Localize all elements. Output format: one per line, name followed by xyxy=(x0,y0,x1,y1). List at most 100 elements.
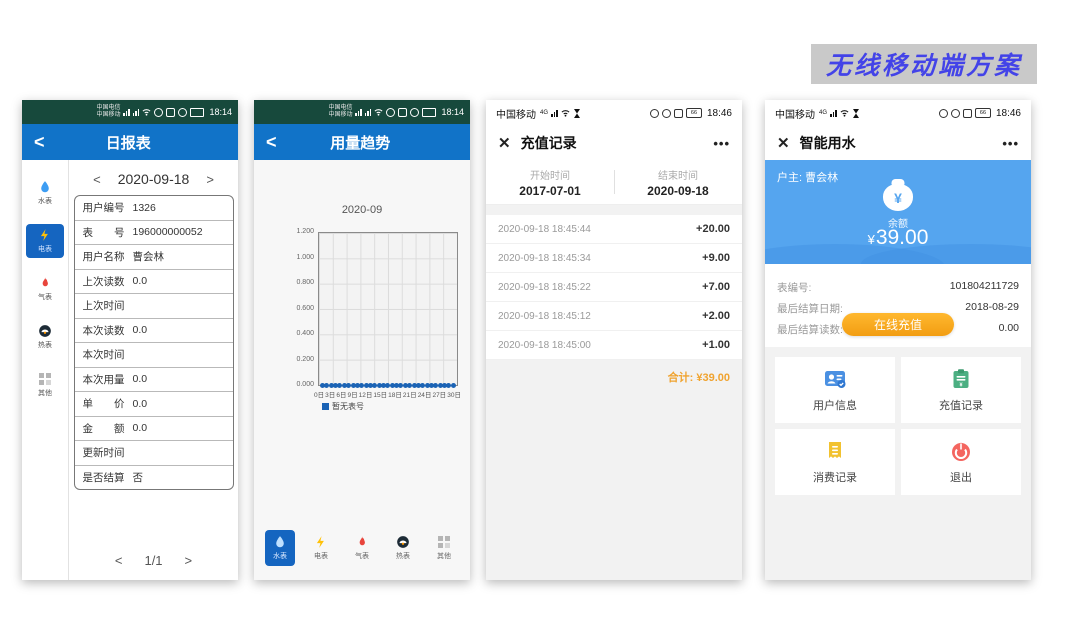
tab-label: 热表 xyxy=(396,551,410,561)
page-header-title: 智能用水 xyxy=(800,133,993,153)
eye-icon xyxy=(386,108,395,117)
carrier-labels: 中国电信 中国移动 xyxy=(96,105,120,119)
table-row: 表 号196000000052 xyxy=(75,221,233,246)
legend-swatch xyxy=(322,403,329,410)
divider xyxy=(614,170,615,194)
date-range-filter: 开始时间 2017-07-01 结束时间 2020-09-18 xyxy=(486,160,742,205)
online-recharge-button[interactable]: 在线充值 xyxy=(842,313,954,336)
table-row: 用户编号1326 xyxy=(75,196,233,221)
sidebar-item-other[interactable]: 其他 xyxy=(26,368,64,402)
y-tick: 0.800 xyxy=(296,279,314,286)
signal-icon xyxy=(551,109,558,117)
record-amount: +1.00 xyxy=(702,339,730,351)
tab-gas[interactable]: 气表 xyxy=(347,530,377,566)
table-row: 单 价0.0 xyxy=(75,392,233,417)
table-row: 金 额0.0 xyxy=(75,417,233,442)
x-tick: 24日 xyxy=(418,389,432,399)
other-meter-icon xyxy=(39,373,51,385)
x-tick: 0日 xyxy=(314,389,324,399)
tab-label: 其他 xyxy=(437,551,451,561)
end-date-value: 2020-09-18 xyxy=(647,184,708,198)
tab-label: 水表 xyxy=(273,551,287,561)
more-menu-icon[interactable]: ••• xyxy=(1002,136,1019,151)
sidebar-item-gas[interactable]: 气表 xyxy=(26,272,64,306)
x-tick: 12日 xyxy=(359,389,373,399)
prev-page-button[interactable]: < xyxy=(115,553,123,568)
info-value: 2018-08-29 xyxy=(965,301,1019,316)
battery-icon xyxy=(422,108,436,117)
user-info-icon xyxy=(823,367,847,391)
x-tick: 15日 xyxy=(373,389,387,399)
current-date[interactable]: 2020-09-18 xyxy=(118,171,190,187)
yuan-symbol: ¥ xyxy=(894,190,902,206)
menu-exit[interactable]: 退出 xyxy=(901,429,1021,495)
owner-row: 户主: 曹会林 xyxy=(777,169,838,185)
back-button[interactable]: < xyxy=(34,133,45,151)
sidebar-item-heat[interactable]: 热表 xyxy=(26,320,64,354)
bluetooth-icon xyxy=(674,109,683,118)
carrier-2: 中国移动 xyxy=(328,112,352,119)
carrier-labels: 中国电信 中国移动 xyxy=(328,105,352,119)
more-menu-icon[interactable]: ••• xyxy=(713,136,730,151)
tab-label: 气表 xyxy=(355,551,369,561)
sidebar-item-label: 气表 xyxy=(38,292,52,302)
table-row: 更新时间 xyxy=(75,441,233,466)
table-row: 用户名称曹会林 xyxy=(75,245,233,270)
tab-label: 电表 xyxy=(314,551,328,561)
consume-record-icon xyxy=(823,439,847,463)
next-date-button[interactable]: > xyxy=(206,172,214,187)
battery-icon: 66 xyxy=(975,108,991,118)
page-indicator: 1/1 xyxy=(144,553,162,568)
balance-value: ¥39.00 xyxy=(765,226,1031,250)
status-bar: 中国电信 中国移动 18:14 xyxy=(254,100,470,124)
menu-consume-records[interactable]: 消费记录 xyxy=(775,429,895,495)
record-amount: +2.00 xyxy=(702,310,730,322)
app-bar: < 日报表 xyxy=(22,124,238,160)
bluetooth-icon xyxy=(963,109,972,118)
record-time: 2020-09-18 18:45:44 xyxy=(498,224,591,235)
close-icon[interactable]: ✕ xyxy=(498,134,511,152)
menu-card-label: 消费记录 xyxy=(813,469,857,485)
wifi-icon xyxy=(374,108,383,116)
record-row: 2020-09-18 18:45:12 +2.00 xyxy=(486,302,742,331)
start-date-picker[interactable]: 开始时间 2017-07-01 xyxy=(486,160,614,204)
owner-label: 户主: xyxy=(777,172,802,184)
x-tick: 18日 xyxy=(388,389,402,399)
menu-card-label: 退出 xyxy=(950,469,972,485)
wifi-icon xyxy=(561,109,570,117)
sidebar-item-electric[interactable]: 电表 xyxy=(26,224,64,258)
menu-recharge-records[interactable]: ¥ 充值记录 xyxy=(901,357,1021,423)
info-row: 表编号: 101804211729 xyxy=(777,280,1019,295)
pagination: < 1/1 > xyxy=(115,553,192,568)
tab-heat[interactable]: 热表 xyxy=(388,530,418,566)
alarm-icon xyxy=(410,108,419,117)
close-icon[interactable]: ✕ xyxy=(777,134,790,152)
back-button[interactable]: < xyxy=(266,133,277,151)
menu-grid: 用户信息 ¥ 充值记录 消费记录 xyxy=(765,347,1031,580)
menu-user-info[interactable]: 用户信息 xyxy=(775,357,895,423)
eye-icon xyxy=(154,108,163,117)
next-page-button[interactable]: > xyxy=(185,553,193,568)
sidebar-item-water[interactable]: 水表 xyxy=(26,176,64,210)
daily-report-table: 用户编号1326 表 号196000000052 用户名称曹会林 上次读数 0.0… xyxy=(74,195,234,490)
end-date-label: 结束时间 xyxy=(658,167,698,182)
row-value: 0.0 xyxy=(133,324,148,336)
row-label: 上次读数 xyxy=(83,274,125,289)
tab-other[interactable]: 其他 xyxy=(429,530,459,566)
tab-water[interactable]: 水表 xyxy=(265,530,295,566)
row-label: 上次时间 xyxy=(83,298,125,313)
record-row: 2020-09-18 18:45:22 +7.00 xyxy=(486,273,742,302)
balance-card: 户主: 曹会林 ¥ 余额 ¥39.00 xyxy=(765,160,1031,264)
carrier-label: 中国移动 xyxy=(775,106,815,121)
chart-dots xyxy=(320,383,456,388)
carrier-1: 中国电信 xyxy=(96,105,120,112)
end-date-picker[interactable]: 结束时间 2020-09-18 xyxy=(614,160,742,204)
chart-legend: 暂无表号 xyxy=(322,401,364,412)
x-tick: 3日 xyxy=(325,389,335,399)
x-tick: 30日 xyxy=(447,389,461,399)
row-label: 单 价 xyxy=(83,396,125,411)
alarm-icon xyxy=(178,108,187,117)
tab-electric[interactable]: 电表 xyxy=(306,530,336,566)
prev-date-button[interactable]: < xyxy=(93,172,101,187)
total-label: 合计: xyxy=(668,372,694,384)
